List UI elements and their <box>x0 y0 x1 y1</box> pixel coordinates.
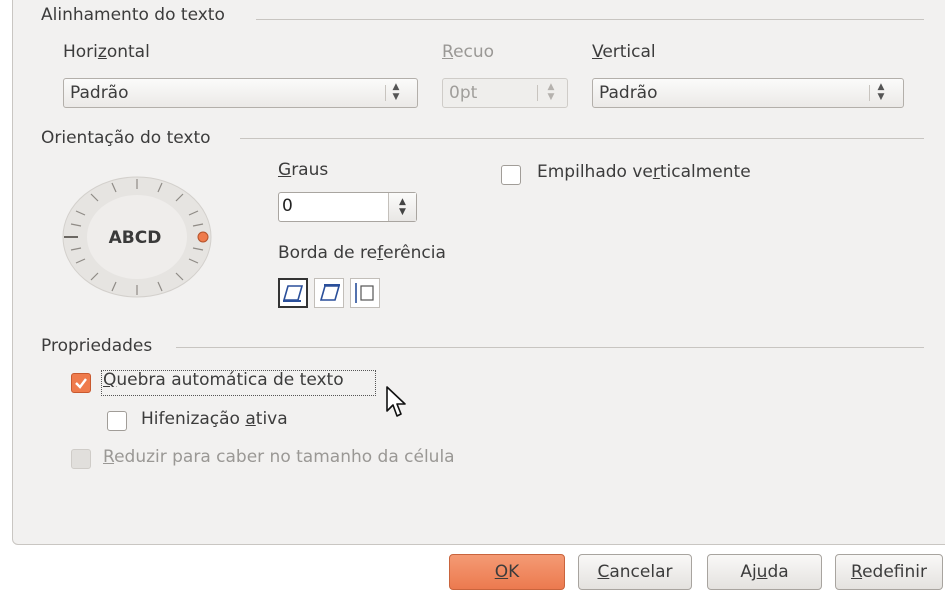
indent-value: 0pt <box>449 83 478 103</box>
stack-vertically-checkbox[interactable] <box>501 165 521 185</box>
reset-button[interactable]: Redefinir <box>835 554 943 590</box>
alignment-section-divider <box>256 19 924 20</box>
dial-text: ABCD <box>109 228 162 248</box>
help-button[interactable]: Ajuda <box>707 554 822 590</box>
wrap-text-label[interactable]: Quebra automática de texto <box>103 370 344 390</box>
reference-bottom-edge-icon <box>282 285 304 302</box>
vertical-alignment-select[interactable]: Padrão ▲ ▼ <box>592 78 904 108</box>
spin-arrows-icon: ▲ ▼ <box>547 82 555 102</box>
combo-arrows-icon: ▲ ▼ <box>392 82 400 102</box>
properties-section-divider <box>176 347 924 348</box>
degrees-label: Graus <box>278 160 329 180</box>
vertical-alignment-value: Padrão <box>599 83 658 103</box>
orientation-dial[interactable]: ABCD <box>62 170 212 300</box>
orientation-section-title: Orientação do texto <box>41 128 211 148</box>
combo-arrows-icon: ▲ ▼ <box>877 82 885 102</box>
reference-edge-top-button[interactable] <box>314 278 344 308</box>
wrap-text-checkbox[interactable] <box>71 373 91 393</box>
orientation-section-divider <box>240 138 924 139</box>
cancel-button[interactable]: Cancelar <box>578 554 692 590</box>
stack-vertically-label[interactable]: Empilhado verticalmente <box>537 162 751 182</box>
indent-spinbox[interactable]: 0pt ▲ ▼ <box>442 78 568 108</box>
horizontal-alignment-value: Padrão <box>70 83 129 103</box>
reference-inside-icon <box>355 283 374 303</box>
mouse-pointer-icon <box>386 386 406 417</box>
hyphenation-checkbox[interactable] <box>107 411 127 431</box>
vertical-label: Vertical <box>592 42 656 62</box>
shrink-to-fit-label[interactable]: Reduzir para caber no tamanho da célula <box>103 447 455 467</box>
alignment-section-title: Alinhamento do texto <box>41 5 225 25</box>
reference-edge-label: Borda de referência <box>278 243 446 263</box>
shrink-to-fit-checkbox[interactable] <box>71 449 91 469</box>
hyphenation-label[interactable]: Hifenização ativa <box>141 409 288 429</box>
check-icon <box>75 378 87 389</box>
horizontal-alignment-select[interactable]: Padrão ▲ ▼ <box>63 78 418 108</box>
degrees-input[interactable] <box>282 196 382 216</box>
degrees-spinbox[interactable]: ▲▼ <box>278 192 417 222</box>
properties-section-title: Propriedades <box>41 336 153 356</box>
spin-arrows-icon[interactable]: ▲ ▼ <box>388 193 416 221</box>
indent-label: Recuo <box>442 42 495 62</box>
reference-top-edge-icon <box>319 284 341 301</box>
reference-edge-inside-button[interactable] <box>350 278 380 308</box>
ok-button[interactable]: OK <box>449 554 565 590</box>
reference-edge-bottom-button[interactable] <box>278 278 308 308</box>
horizontal-label: Horizontal <box>63 42 150 62</box>
